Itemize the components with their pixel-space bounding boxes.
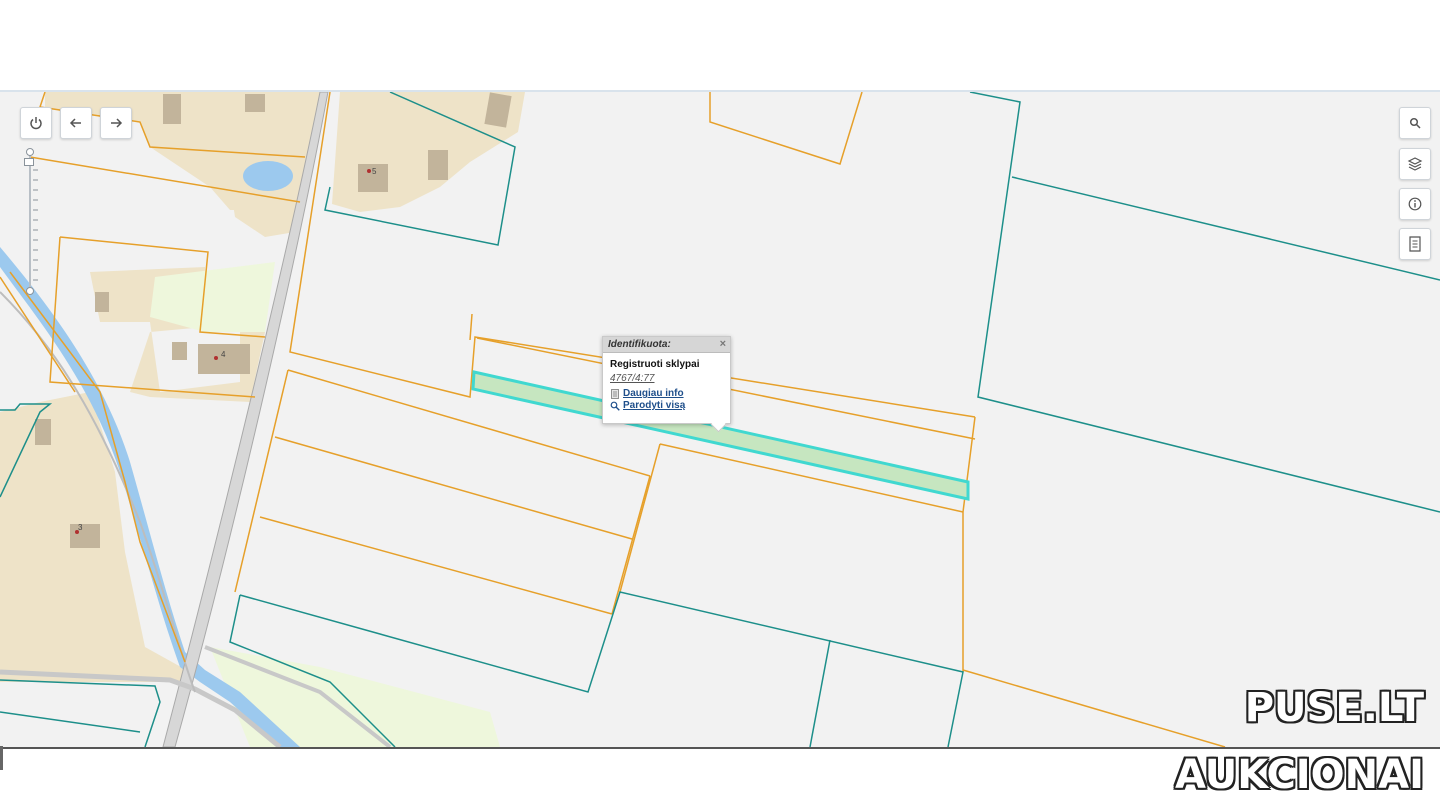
parcel-id-link[interactable]: 4767/4:77 xyxy=(610,373,730,384)
zoom-icon xyxy=(610,401,620,411)
popup-layer-name: Registruoti sklypai xyxy=(610,359,700,370)
arrow-right-icon xyxy=(111,118,123,128)
back-button[interactable] xyxy=(60,107,92,139)
identify-popup: Identifikuota: × Registruoti sklypai 476… xyxy=(602,336,731,433)
more-info-label: Daugiau info xyxy=(623,388,684,399)
power-icon xyxy=(30,117,42,130)
info-button[interactable] xyxy=(1399,188,1431,220)
map-view[interactable]: 5 4 3 Identifikuota: × Registruoti sklyp… xyxy=(0,90,1440,749)
legend-button[interactable] xyxy=(1399,228,1431,260)
close-icon[interactable]: × xyxy=(720,338,726,350)
page-edge-marker xyxy=(0,746,3,770)
search-icon xyxy=(1409,117,1421,129)
power-button[interactable] xyxy=(20,107,52,139)
more-info-link[interactable]: Daugiau info xyxy=(610,388,730,399)
watermark-line-2: AUKCIONAI xyxy=(1175,752,1424,798)
popup-header: Identifikuota: × xyxy=(603,337,730,353)
layers-icon xyxy=(1407,157,1423,171)
popup-title: Identifikuota: xyxy=(608,339,671,350)
pond xyxy=(243,161,293,191)
zoom-slider-handle[interactable] xyxy=(24,158,34,166)
show-all-label: Parodyti visą xyxy=(623,400,686,411)
zoom-in-button[interactable] xyxy=(26,148,34,156)
document-icon xyxy=(1409,236,1421,252)
info-icon xyxy=(1408,197,1422,211)
layers-button[interactable] xyxy=(1399,148,1431,180)
arrow-left-icon xyxy=(69,118,81,128)
zoom-out-button[interactable] xyxy=(26,287,34,295)
house-number-label: 5 xyxy=(372,167,377,176)
house-number-label: 3 xyxy=(78,523,83,532)
watermark-line-1: PUSE.LT xyxy=(1244,685,1424,731)
zoom-ticks xyxy=(33,169,38,281)
forward-button[interactable] xyxy=(100,107,132,139)
document-icon xyxy=(611,388,619,399)
house-number-label: 4 xyxy=(221,350,226,359)
show-all-link[interactable]: Parodyti visą xyxy=(610,400,730,411)
zoom-slider-track[interactable] xyxy=(29,152,31,290)
search-button[interactable] xyxy=(1399,107,1431,139)
